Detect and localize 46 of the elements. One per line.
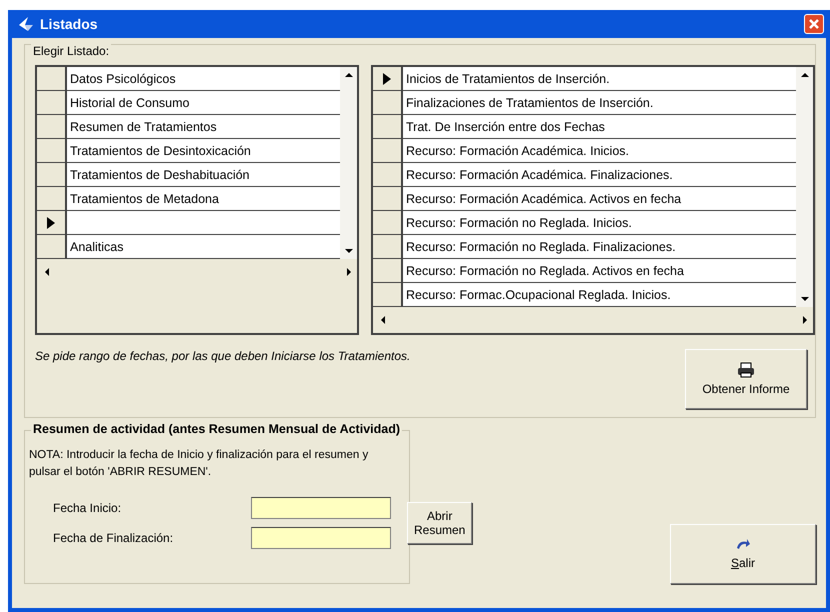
grid-cell[interactable]: Tratamientos de Metadona <box>67 187 340 210</box>
up-arrow-icon[interactable] <box>800 71 810 79</box>
grid-cell[interactable]: Trat. De Inserción entre dos Fechas <box>403 115 796 138</box>
grid-cell[interactable]: Finalizaciones de Tratamientos de Inserción. <box>403 91 796 114</box>
close-button[interactable] <box>804 14 824 34</box>
right-arrow-icon[interactable] <box>801 315 809 325</box>
field-label: Fecha de Finalización: <box>53 531 174 545</box>
grid-cell[interactable] <box>67 211 340 234</box>
grid-cell[interactable]: Recurso: Formación Académica. Inicios. <box>403 139 796 162</box>
grid-cell[interactable]: Tratamientos de Desintoxicación <box>67 139 340 162</box>
exit-button[interactable]: Salir <box>670 524 816 584</box>
up-arrow-icon[interactable] <box>344 71 354 79</box>
report-button[interactable]: Obtener Informe <box>685 349 807 409</box>
scrollbar[interactable] <box>796 67 813 307</box>
note-text: NOTA: Introducir la fecha de Inicio y finalización para el resumen y pulsar el botón 'ABRIR RESUMEN'. <box>29 448 370 480</box>
pointer-icon <box>47 216 55 228</box>
group-title: Resumen de actividad (antes Resumen Mensual de Actividad) <box>31 422 402 436</box>
grid-cell[interactable]: Inicios de Tratamientos de Inserción. <box>403 67 796 90</box>
date-field[interactable] <box>251 527 391 549</box>
group-title: Elegir Listado: <box>31 44 112 58</box>
left-arrow-icon[interactable] <box>43 267 51 277</box>
grid-cell[interactable]: Analiticas <box>67 235 340 258</box>
pointer-icon <box>383 72 391 84</box>
printer-icon <box>737 362 755 378</box>
scrollbar[interactable] <box>340 67 357 259</box>
hint-text: Se pide rango de fechas, por las que deben Iniciarse los Tratamientos. <box>35 349 410 363</box>
grid-cell[interactable]: Recurso: Formación no Reglada. Finalizaciones. <box>403 235 796 258</box>
open-summary-button[interactable]: Abrir Resumen <box>407 502 472 544</box>
grid-cell[interactable]: Historial de Consumo <box>67 91 340 114</box>
window-title: Listados <box>40 16 99 32</box>
grid-cell[interactable]: Recurso: Formación no Reglada. Inicios. <box>403 211 796 234</box>
down-arrow-icon[interactable] <box>800 295 810 303</box>
grid-cell[interactable]: Tratamientos de Deshabituación <box>67 163 340 186</box>
right-arrow-icon[interactable] <box>345 267 353 277</box>
left-arrow-icon[interactable] <box>379 315 387 325</box>
grid-cell[interactable]: Recurso: Formac.Ocupacional Reglada. Inicios. <box>403 283 796 306</box>
grid-cell[interactable]: Resumen de Tratamientos <box>67 115 340 138</box>
down-arrow-icon[interactable] <box>344 247 354 255</box>
curved-arrow-icon <box>735 538 751 552</box>
field-label: Fecha Inicio: <box>53 501 122 515</box>
date-field[interactable] <box>251 497 391 519</box>
close-icon <box>808 18 820 30</box>
grid-cell[interactable]: Recurso: Formación no Reglada. Activos en fecha <box>403 259 796 282</box>
grid-cell[interactable]: Recurso: Formación Académica. Finalizaciones. <box>403 163 796 186</box>
grid-cell[interactable]: Datos Psicológicos <box>67 67 340 90</box>
grid-cell[interactable]: Recurso: Formación Académica. Activos en fecha <box>403 187 796 210</box>
